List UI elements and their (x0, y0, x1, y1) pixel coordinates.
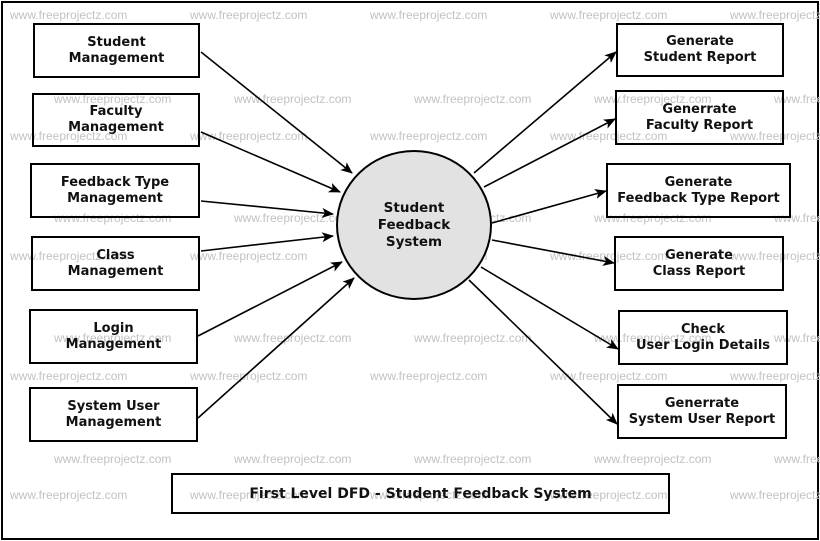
entity-generate-faculty-report: Generrate Faculty Report (615, 90, 784, 145)
entity-check-user-login-details: Check User Login Details (618, 310, 788, 365)
arrow-faculty-management-to-process (200, 131, 341, 193)
arrow-system-user-management-to-process (197, 277, 355, 419)
entity-generate-feedback-type-report: Generate Feedback Type Report (606, 163, 791, 218)
arrow-process-to-generate-faculty-report (483, 118, 616, 188)
process-student-feedback-system: Student Feedback System (336, 150, 492, 300)
entity-faculty-management: Faculty Management (32, 93, 200, 147)
arrow-process-to-generate-class-report (491, 239, 615, 266)
entity-feedback-type-management: Feedback Type Management (30, 163, 200, 218)
arrow-login-management-to-process (197, 261, 343, 337)
entity-system-user-management: System User Management (29, 387, 198, 442)
arrow-feedback-type-management-to-process (200, 200, 334, 218)
entity-class-management: Class Management (31, 236, 200, 291)
arrow-student-management-to-process (200, 51, 353, 174)
entity-generate-class-report: Generate Class Report (614, 236, 784, 291)
entity-generate-student-report: Generate Student Report (616, 23, 784, 77)
arrow-class-management-to-process (200, 232, 334, 252)
entity-generate-system-user-report: Generrate System User Report (617, 384, 787, 439)
diagram-caption: First Level DFD - Student Feedback Syste… (171, 473, 670, 514)
arrow-process-to-check-user-login-details (480, 266, 619, 350)
entity-student-management: Student Management (33, 23, 200, 78)
arrow-process-to-generate-system-user-report (468, 279, 618, 425)
arrow-process-to-generate-feedback-type-report (491, 189, 607, 224)
entity-login-management: Login Management (29, 309, 198, 364)
